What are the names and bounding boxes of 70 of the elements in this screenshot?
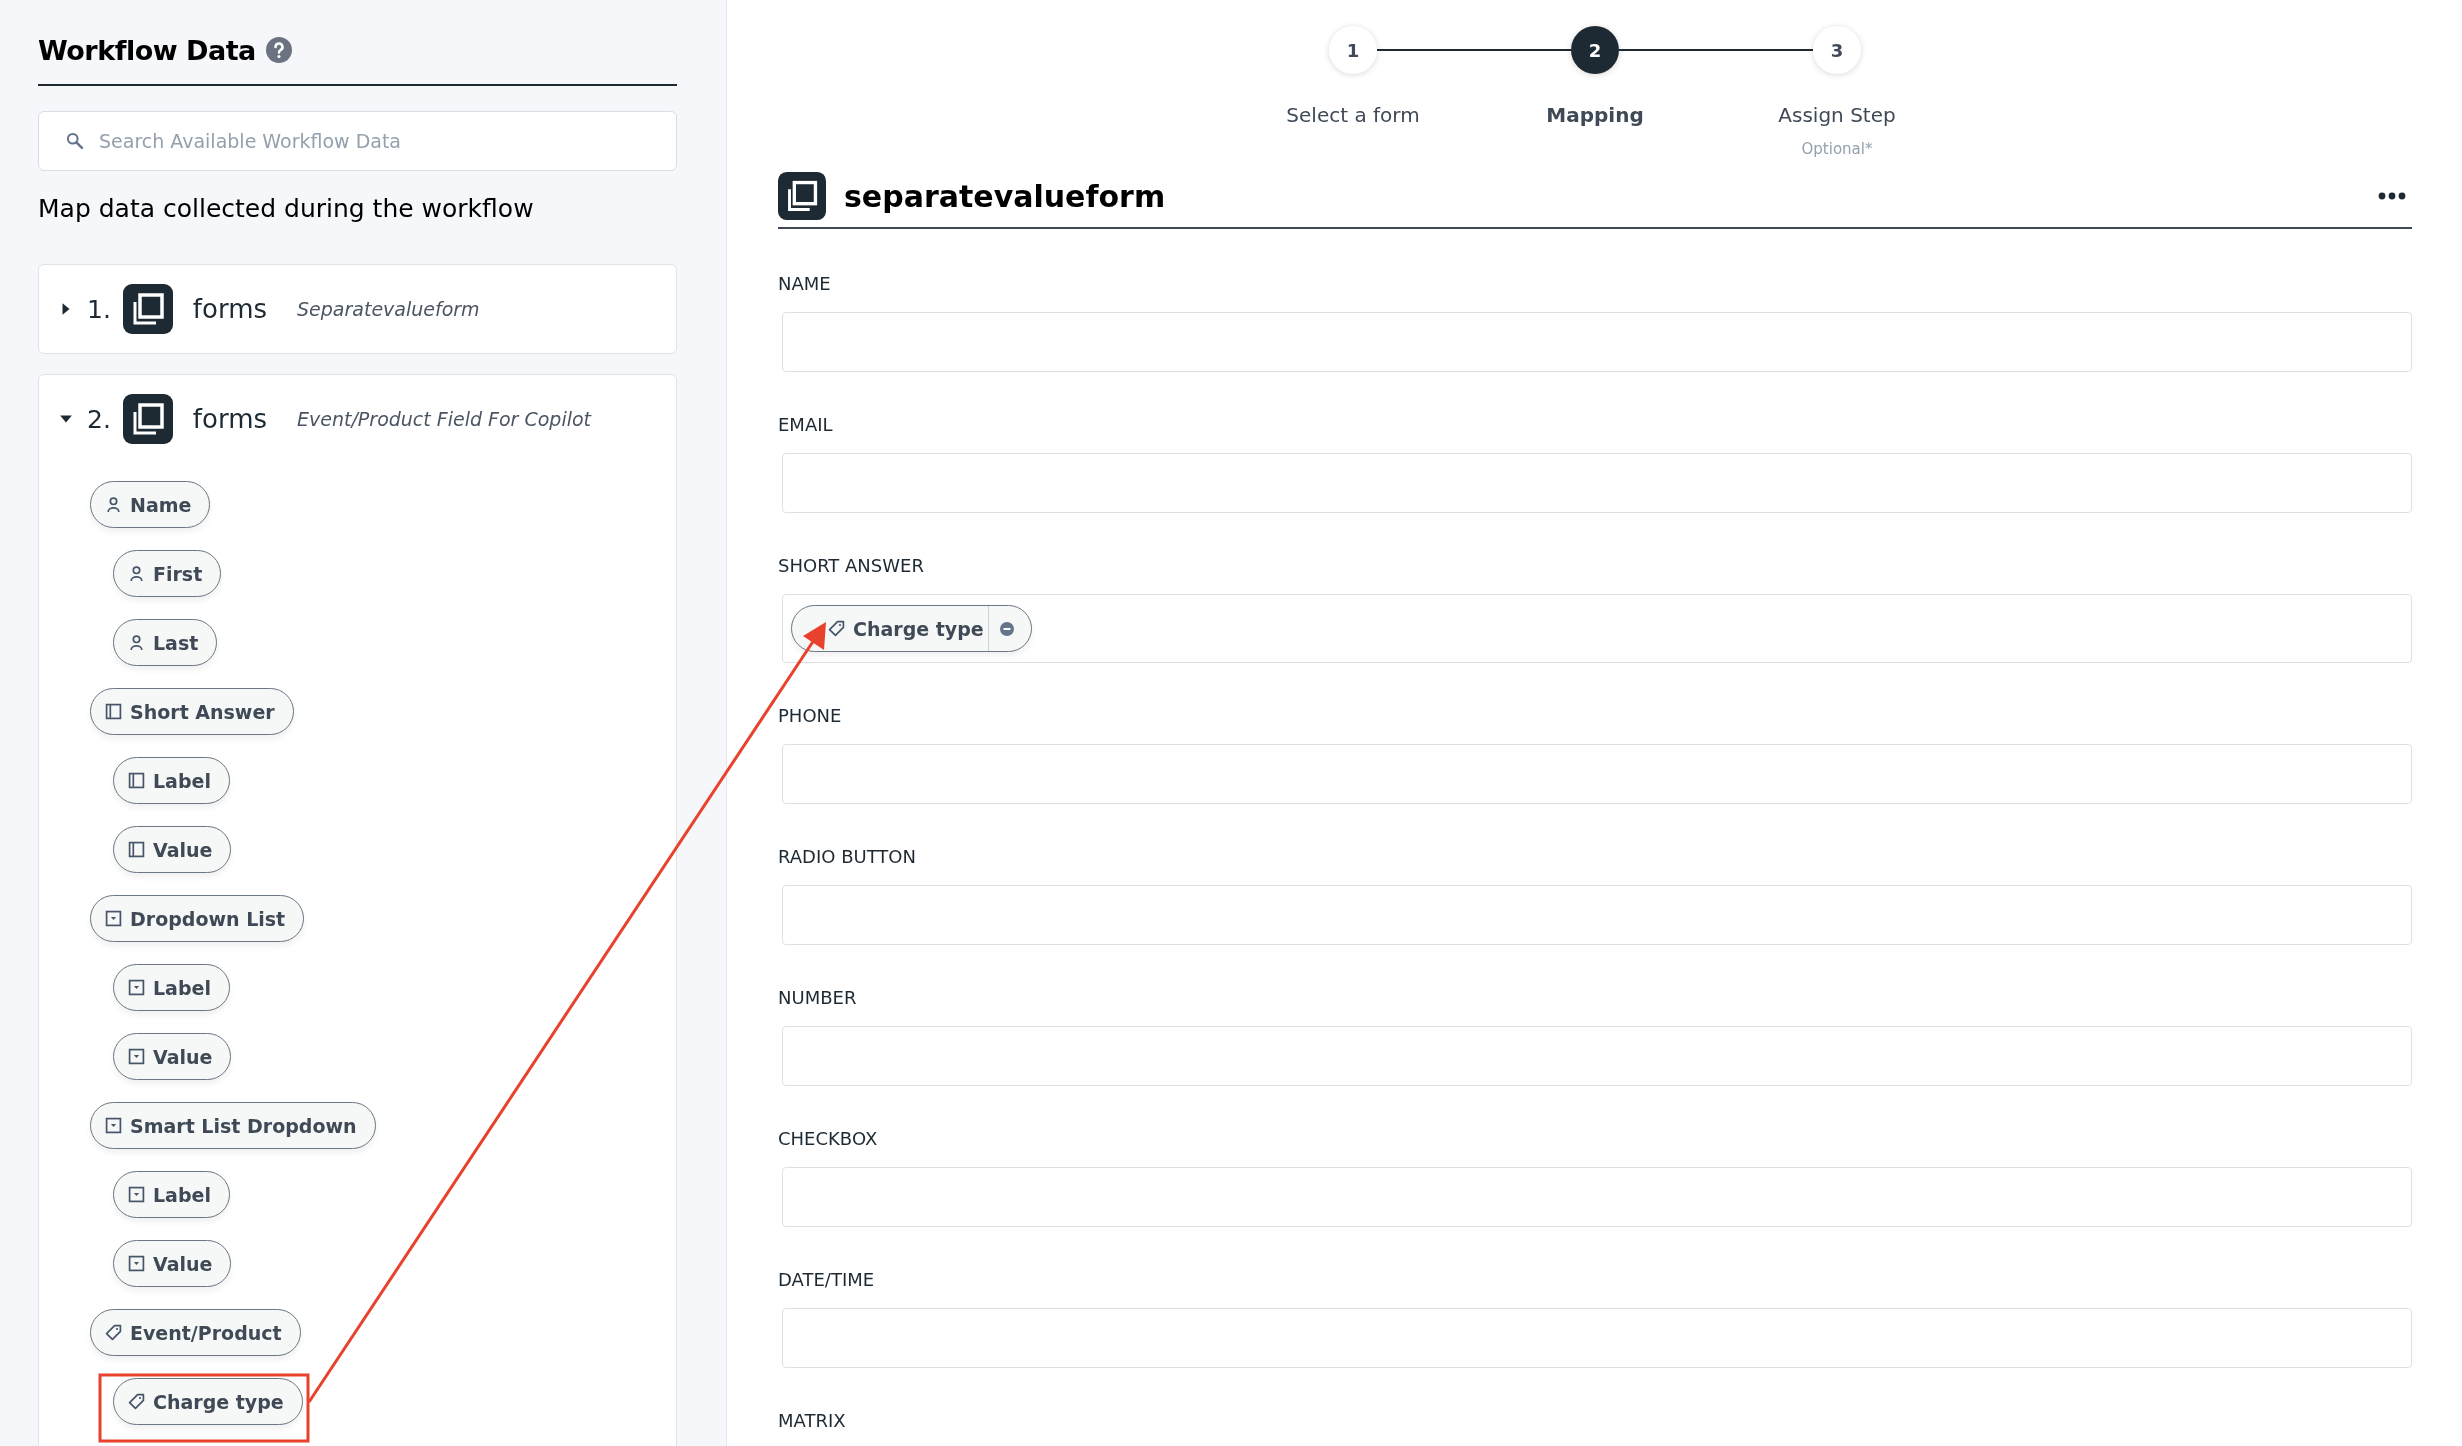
source-number: 2. bbox=[87, 404, 111, 434]
form-title: separatevalueform bbox=[844, 178, 1167, 214]
dropdown-icon bbox=[128, 1255, 145, 1272]
remove-icon[interactable] bbox=[998, 620, 1015, 637]
data-chip[interactable]: Value bbox=[113, 1033, 232, 1080]
data-chip[interactable]: Label bbox=[113, 1171, 230, 1218]
text-field-icon bbox=[128, 841, 145, 858]
field-label: DATE/TIME bbox=[778, 1268, 876, 1292]
data-chip[interactable]: Name bbox=[90, 481, 211, 528]
text-field-icon bbox=[128, 772, 145, 789]
data-chip[interactable]: First bbox=[113, 550, 222, 597]
step-label[interactable]: Select a form bbox=[1286, 100, 1420, 130]
form-icon bbox=[778, 172, 826, 220]
dropdown-icon bbox=[105, 1117, 122, 1134]
dropdown-icon bbox=[105, 910, 122, 927]
field-label: EMAIL bbox=[778, 413, 834, 437]
search-field[interactable]: Search Available Workflow Data bbox=[38, 111, 677, 171]
step-label[interactable]: Mapping bbox=[1546, 100, 1644, 130]
data-chip[interactable]: Charge type bbox=[113, 1378, 303, 1425]
person-icon bbox=[105, 496, 122, 513]
step-number[interactable]: 2 bbox=[1571, 26, 1619, 74]
text-field-icon bbox=[105, 703, 122, 720]
data-chip[interactable]: Event/Product bbox=[90, 1309, 301, 1356]
field-label: NUMBER bbox=[778, 986, 858, 1010]
step-note: Optional* bbox=[1801, 140, 1873, 158]
description-text: Map data collected during the workflow bbox=[38, 193, 535, 225]
form-icon bbox=[122, 284, 173, 334]
tag-icon bbox=[128, 1393, 145, 1410]
step-number[interactable]: 3 bbox=[1813, 26, 1861, 74]
person-icon bbox=[128, 634, 145, 651]
data-chip[interactable]: Last bbox=[113, 619, 218, 666]
mapped-chip[interactable]: Charge type bbox=[791, 605, 1032, 652]
source-number: 1. bbox=[87, 294, 111, 324]
source-subtitle: Separatevalueform bbox=[297, 298, 480, 320]
data-chip[interactable]: Label bbox=[113, 964, 230, 1011]
dropdown-icon bbox=[128, 1048, 145, 1065]
mapping-field[interactable] bbox=[782, 1308, 2412, 1368]
field-label: RADIO BUTTON bbox=[778, 845, 917, 869]
field-label: NAME bbox=[778, 272, 832, 296]
mapping-field[interactable]: Charge type bbox=[782, 594, 2412, 663]
mapping-field[interactable] bbox=[782, 744, 2412, 804]
mapping-field[interactable] bbox=[782, 1026, 2412, 1086]
step-label[interactable]: Assign Step bbox=[1778, 100, 1896, 130]
data-chip[interactable]: Smart List Dropdown bbox=[90, 1102, 376, 1149]
form-icon bbox=[122, 394, 173, 444]
mapping-field[interactable] bbox=[782, 312, 2412, 372]
dropdown-icon bbox=[128, 1186, 145, 1203]
more-options-icon[interactable] bbox=[2378, 192, 2406, 200]
field-label: SHORT ANSWER bbox=[778, 554, 925, 578]
source-subtitle: Event/Product Field For Copilot bbox=[297, 408, 592, 430]
tag-icon bbox=[828, 620, 845, 637]
source-name: forms bbox=[192, 404, 268, 434]
mapping-field[interactable] bbox=[782, 453, 2412, 513]
data-chip[interactable]: Label bbox=[113, 757, 230, 804]
mapping-field[interactable] bbox=[782, 1167, 2412, 1227]
source-name: forms bbox=[192, 294, 268, 324]
mapping-field[interactable] bbox=[782, 885, 2412, 945]
help-icon[interactable] bbox=[265, 37, 292, 63]
step-number[interactable]: 1 bbox=[1329, 26, 1377, 74]
sidebar-title: Workflow Data bbox=[38, 34, 256, 66]
data-chip[interactable]: Value bbox=[113, 1240, 232, 1287]
tag-icon bbox=[105, 1324, 122, 1341]
data-chip[interactable]: Dropdown List bbox=[90, 895, 305, 942]
field-label: CHECKBOX bbox=[778, 1127, 879, 1151]
dropdown-icon bbox=[128, 979, 145, 996]
data-chip[interactable]: Short Answer bbox=[90, 688, 294, 735]
person-icon bbox=[128, 565, 145, 582]
field-label: MATRIX bbox=[778, 1409, 847, 1433]
field-label: PHONE bbox=[778, 704, 843, 728]
data-chip[interactable]: Value bbox=[113, 826, 232, 873]
